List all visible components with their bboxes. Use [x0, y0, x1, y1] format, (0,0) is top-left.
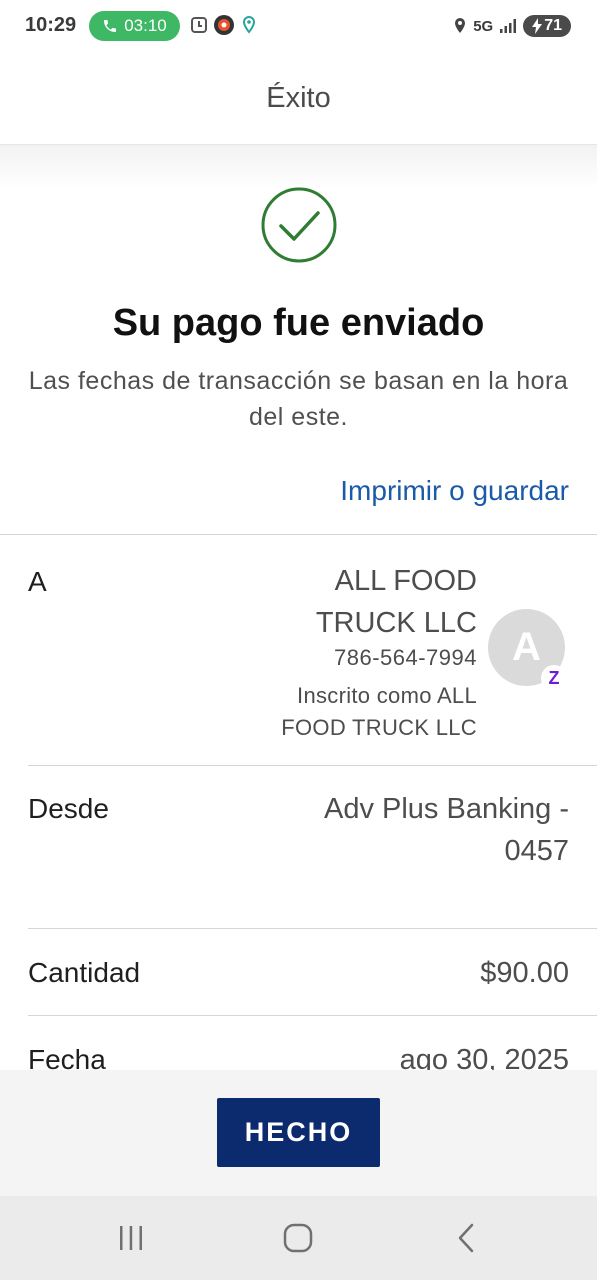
battery-indicator: 71 [523, 15, 571, 37]
back-icon [458, 1223, 474, 1253]
checkmark-circle-icon [261, 187, 337, 263]
amount-label: Cantidad [28, 957, 141, 988]
date-value: ago 30, 2025 [399, 1044, 569, 1070]
confirmation-content[interactable]: Su pago fue enviado Las fechas de transa… [0, 145, 597, 1070]
signal-icon [500, 19, 517, 33]
zelle-badge-letter: Z [548, 667, 560, 688]
footer: HECHO [0, 1070, 597, 1196]
charging-icon [532, 18, 543, 34]
phone-icon [104, 20, 117, 32]
payee-enrolled-as: Inscrito como ALL FOOD TRUCK LLC [281, 683, 477, 740]
app-notification-icon [214, 15, 234, 35]
status-bar: 10:29 03:10 5G 71 [0, 0, 597, 52]
amount-value: $90.00 [480, 957, 569, 989]
from-label: Desde [28, 793, 109, 824]
from-account: Adv Plus Banking - 0457 [323, 793, 569, 867]
date-label: Fecha [28, 1044, 106, 1070]
recent-apps-icon [120, 1226, 142, 1250]
alarm-icon [191, 17, 207, 33]
zelle-badge-icon: Z [541, 665, 567, 691]
app-header: Éxito [0, 52, 597, 145]
divider [28, 928, 597, 929]
confirmation-subtitle: Las fechas de transacción se basan en la… [28, 367, 569, 431]
divider [0, 534, 597, 535]
home-icon [283, 1223, 313, 1253]
battery-level: 71 [544, 17, 562, 34]
home-button[interactable] [278, 1218, 318, 1258]
status-time: 10:29 [25, 14, 77, 36]
payee-phone: 786-564-7994 [333, 645, 477, 670]
print-or-save-link[interactable]: Imprimir o guardar [340, 475, 569, 507]
location-icon [455, 18, 466, 33]
done-button[interactable]: HECHO [217, 1098, 380, 1167]
network-type: 5G [473, 17, 494, 35]
confirmation-title: Su pago fue enviado [112, 302, 485, 344]
divider [28, 1015, 597, 1016]
ongoing-call-pill[interactable]: 03:10 [89, 11, 180, 41]
payee-name: ALL FOOD TRUCK LLC [315, 565, 477, 639]
to-label: A [28, 566, 47, 597]
page-title: Éxito [266, 81, 331, 114]
system-nav-bar [0, 1196, 597, 1280]
status-right-group: 5G 71 [453, 13, 571, 39]
recent-apps-button[interactable] [111, 1218, 151, 1258]
back-button[interactable] [446, 1218, 486, 1258]
avatar-initial: A [512, 625, 541, 669]
location-dot-icon [242, 16, 256, 34]
divider [28, 765, 597, 766]
call-duration: 03:10 [124, 16, 167, 35]
